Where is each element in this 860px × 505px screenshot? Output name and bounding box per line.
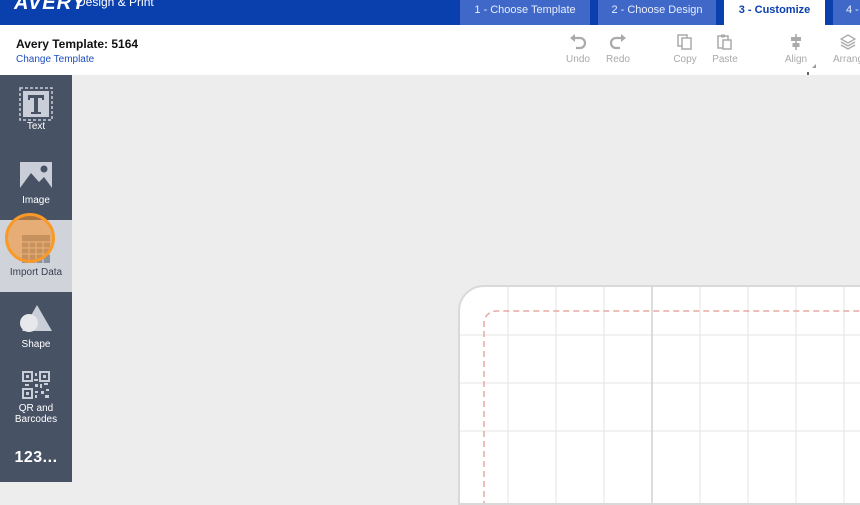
sidebar-item-label: QR and Barcodes — [14, 403, 58, 425]
layers-icon — [840, 34, 856, 50]
shape-icon — [20, 305, 52, 332]
sidebar-item-shape[interactable]: Shape — [0, 305, 72, 367]
arrange-label: Arrang — [832, 54, 860, 65]
paste-button[interactable]: Paste — [705, 31, 745, 71]
arrange-button[interactable]: Arrang — [826, 31, 860, 71]
redo-button[interactable]: Redo — [598, 31, 638, 71]
undo-label: Undo — [566, 54, 590, 65]
qr-code-icon — [22, 371, 50, 399]
avery-logo[interactable]: AVERY — [14, 0, 86, 15]
paste-icon — [717, 34, 732, 50]
sidebar-item-label: Shape — [21, 339, 51, 350]
canvas-grid — [460, 287, 860, 503]
step-preview-print[interactable]: 4 - — [833, 0, 860, 25]
safe-zone-border — [483, 310, 860, 503]
step-choose-design[interactable]: 2 - Choose Design — [598, 0, 716, 25]
click-highlight-indicator — [5, 213, 55, 263]
sidebar-item-label: Import Data — [9, 267, 63, 278]
align-icon — [791, 34, 801, 50]
redo-icon — [609, 34, 626, 50]
sidebar-item-text[interactable]: Text — [0, 87, 72, 149]
sidebar-item-qr-barcodes[interactable]: QR and Barcodes — [0, 371, 72, 433]
editor-header: Avery Template: 5164 Change Template Und… — [0, 25, 860, 75]
template-title: Avery Template: 5164 — [16, 37, 139, 51]
image-icon — [20, 162, 52, 188]
sequential-numbers-icon: 123... — [14, 449, 58, 466]
sidebar-item-label: Image — [22, 195, 50, 206]
divider-mark — [807, 72, 809, 75]
copy-button[interactable]: Copy — [665, 31, 705, 71]
sidebar-item-sequential-numbers[interactable]: 123... — [0, 449, 72, 489]
paste-label: Paste — [712, 54, 738, 65]
change-template-link[interactable]: Change Template — [16, 54, 94, 65]
copy-label: Copy — [673, 54, 697, 65]
tool-sidebar: Text Image Import Data Shape QR and Barc… — [0, 75, 72, 482]
text-icon — [19, 87, 53, 121]
step-choose-template[interactable]: 1 - Choose Template — [460, 0, 590, 25]
align-button[interactable]: Align — [776, 31, 816, 71]
copy-icon — [677, 34, 692, 50]
label-canvas[interactable] — [458, 285, 860, 505]
brand-subtitle: Design & Print — [77, 0, 154, 9]
redo-label: Redo — [606, 54, 630, 65]
align-label: Align — [784, 54, 808, 65]
sidebar-item-label: Text — [26, 121, 46, 132]
align-dropdown-caret-icon[interactable] — [812, 64, 816, 68]
top-nav-bar: AVERY Design & Print 1 - Choose Template… — [0, 0, 860, 25]
undo-button[interactable]: Undo — [558, 31, 598, 71]
undo-icon — [570, 34, 587, 50]
step-customize[interactable]: 3 - Customize — [724, 0, 825, 25]
